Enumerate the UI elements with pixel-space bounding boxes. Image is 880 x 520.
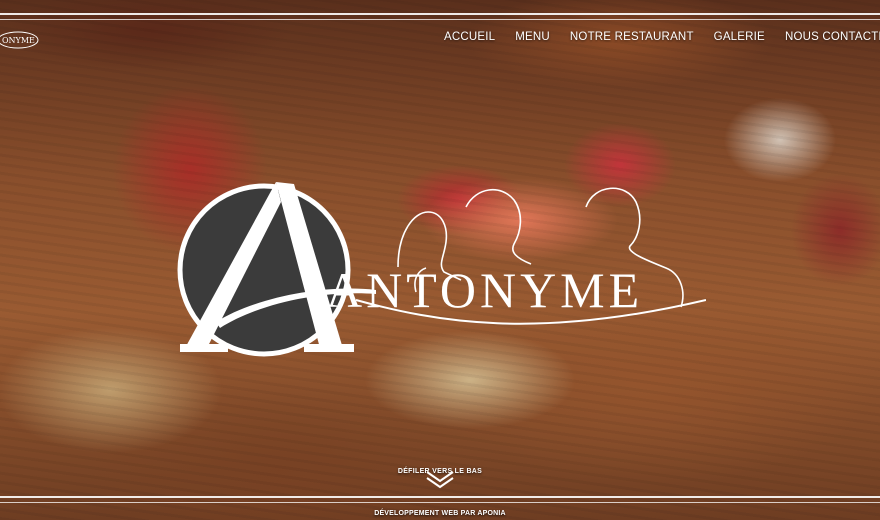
bottom-divider-line-thin: [0, 502, 880, 503]
nav-item-menu[interactable]: MENU: [515, 31, 550, 43]
nav-item-galerie[interactable]: GALERIE: [714, 31, 765, 43]
nav-item-accueil[interactable]: ACCUEIL: [444, 31, 495, 43]
brand-logo: ANTONYME: [176, 172, 707, 372]
double-chevron-down-icon[interactable]: [425, 470, 455, 490]
nav-item-notre-restaurant[interactable]: NOTRE RESTAURANT: [570, 31, 694, 43]
top-divider-line-thin: [0, 19, 880, 20]
header-logo-text: ONYME: [2, 36, 35, 45]
bottom-divider-line: [0, 496, 880, 498]
main-navigation: ACCUEIL MENU NOTRE RESTAURANT GALERIE NO…: [444, 31, 880, 43]
nav-item-nous-contacter[interactable]: NOUS CONTACTER: [785, 31, 880, 43]
developer-credit-link[interactable]: DÉVELOPPEMENT WEB PAR APONIA: [0, 510, 880, 517]
top-divider-line: [0, 13, 880, 15]
header-logo[interactable]: ONYME: [0, 24, 44, 52]
hero-section: ONYME ACCUEIL MENU NOTRE RESTAURANT GALE…: [0, 0, 880, 520]
brand-wordmark: ANTONYME: [326, 262, 643, 318]
